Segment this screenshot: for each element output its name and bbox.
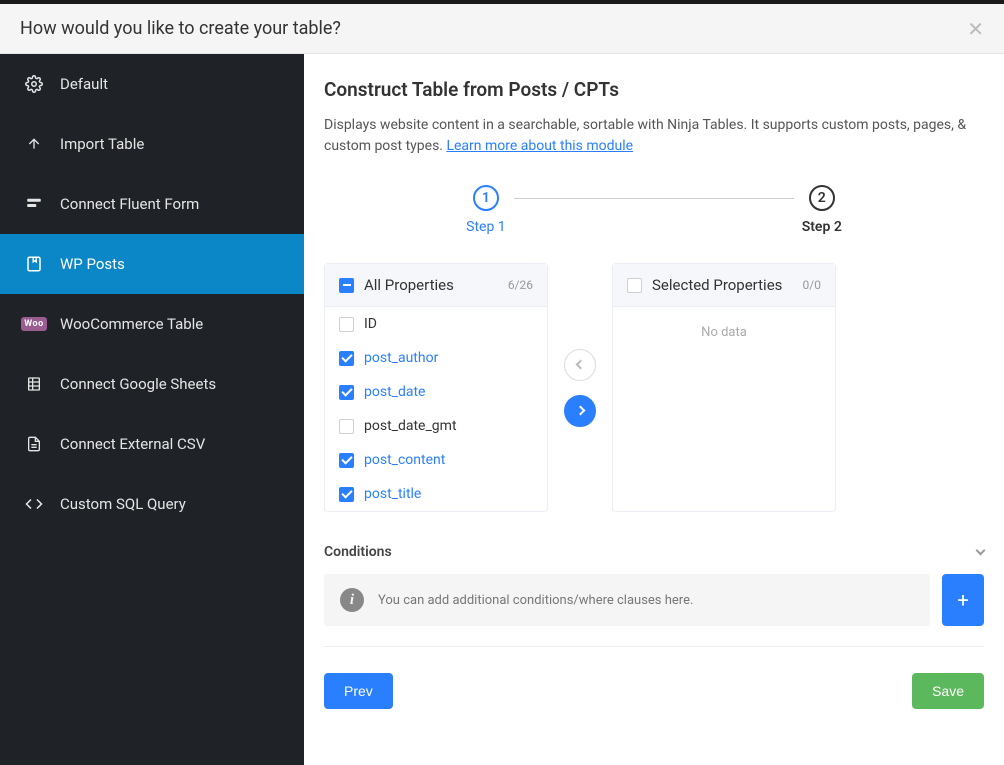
close-icon[interactable]: ✕ xyxy=(967,19,984,39)
sidebar-item-wp-posts[interactable]: WP Posts xyxy=(0,234,304,294)
property-label: post_date_gmt xyxy=(364,418,457,434)
gear-icon xyxy=(24,74,44,94)
property-item[interactable]: ID xyxy=(325,307,547,341)
step-circle: 2 xyxy=(809,185,835,211)
property-item[interactable]: post_content xyxy=(325,443,547,477)
sidebar-item-label: Connect Fluent Form xyxy=(60,195,199,213)
property-item[interactable]: post_date_gmt xyxy=(325,409,547,443)
move-right-button[interactable] xyxy=(564,395,596,427)
spreadsheet-icon xyxy=(24,374,44,394)
step-circle: 1 xyxy=(473,185,499,211)
woocommerce-icon: Woo xyxy=(24,314,44,334)
property-label: post_date xyxy=(364,384,425,400)
modal-title: How would you like to create your table? xyxy=(20,18,341,39)
modal-header: How would you like to create your table?… xyxy=(0,4,1004,54)
prev-button[interactable]: Prev xyxy=(324,673,393,709)
sidebar: Default Import Table Connect Fluent Form… xyxy=(0,54,304,765)
all-properties-panel: All Properties 6/26 ID post_author post_da… xyxy=(324,263,548,512)
sidebar-item-custom-sql-query[interactable]: Custom SQL Query xyxy=(0,474,304,534)
panel-header[interactable]: All Properties 6/26 xyxy=(325,264,547,307)
page-title: Construct Table from Posts / CPTs xyxy=(324,78,984,101)
sidebar-item-label: Default xyxy=(60,75,108,93)
info-icon: i xyxy=(340,588,364,612)
panel-title: All Properties xyxy=(364,276,454,294)
upload-icon xyxy=(24,134,44,154)
step-label: Step 1 xyxy=(466,219,506,235)
sidebar-item-label: Custom SQL Query xyxy=(60,495,186,513)
divider xyxy=(324,646,984,647)
step-1[interactable]: 1 Step 1 xyxy=(466,185,506,235)
property-item[interactable]: post_author xyxy=(325,341,547,375)
chevron-right-icon xyxy=(575,406,585,416)
select-all-checkbox[interactable] xyxy=(627,278,642,293)
sidebar-item-connect-fluent-form[interactable]: Connect Fluent Form xyxy=(0,174,304,234)
no-data-text: No data xyxy=(613,307,835,358)
page-description: Displays website content in a searchable… xyxy=(324,115,984,157)
step-2[interactable]: 2 Step 2 xyxy=(802,185,842,235)
panel-header[interactable]: Selected Properties 0/0 xyxy=(613,264,835,307)
form-icon xyxy=(24,194,44,214)
move-left-button[interactable] xyxy=(564,349,596,381)
checkbox[interactable] xyxy=(339,317,354,332)
sidebar-item-label: WooCommerce Table xyxy=(60,315,203,333)
checkbox[interactable] xyxy=(339,453,354,468)
conditions-heading: Conditions xyxy=(324,544,392,560)
sidebar-item-connect-google-sheets[interactable]: Connect Google Sheets xyxy=(0,354,304,414)
transfer-buttons xyxy=(564,349,596,427)
selected-properties-panel: Selected Properties 0/0 No data xyxy=(612,263,836,512)
select-all-checkbox[interactable] xyxy=(339,278,354,293)
main-content: Construct Table from Posts / CPTs Displa… xyxy=(304,54,1004,765)
property-item[interactable]: post_title xyxy=(325,477,547,511)
sidebar-item-default[interactable]: Default xyxy=(0,54,304,114)
file-icon xyxy=(24,434,44,454)
property-label: post_content xyxy=(364,452,445,468)
selected-list: No data xyxy=(613,307,835,511)
save-button[interactable]: Save xyxy=(912,673,984,709)
footer-actions: Prev Save xyxy=(324,673,984,709)
property-label: post_title xyxy=(364,486,421,502)
transfer-widget: All Properties 6/26 ID post_author post_da… xyxy=(324,263,984,512)
properties-list[interactable]: ID post_author post_date post_date_gmt post_… xyxy=(325,307,547,511)
stepper: 1 Step 1 2 Step 2 xyxy=(324,185,984,235)
property-label: post_author xyxy=(364,350,438,366)
checkbox[interactable] xyxy=(339,487,354,502)
sidebar-item-label: Connect Google Sheets xyxy=(60,375,216,393)
panel-title: Selected Properties xyxy=(652,276,782,294)
conditions-text: You can add additional conditions/where … xyxy=(378,593,693,608)
panel-count: 6/26 xyxy=(508,278,533,292)
conditions-header[interactable]: Conditions xyxy=(324,544,984,560)
code-icon xyxy=(24,494,44,514)
checkbox[interactable] xyxy=(339,419,354,434)
property-item[interactable]: post_date xyxy=(325,375,547,409)
step-label: Step 2 xyxy=(802,219,842,235)
checkbox[interactable] xyxy=(339,385,354,400)
sidebar-item-label: Connect External CSV xyxy=(60,435,205,453)
checkbox[interactable] xyxy=(339,351,354,366)
step-connector xyxy=(514,198,794,199)
add-condition-button[interactable]: + xyxy=(942,574,984,626)
chevron-left-icon xyxy=(575,360,585,370)
sidebar-item-label: WP Posts xyxy=(60,255,125,273)
sidebar-item-import-table[interactable]: Import Table xyxy=(0,114,304,174)
property-label: ID xyxy=(364,316,377,332)
post-icon xyxy=(24,254,44,274)
sidebar-item-woocommerce-table[interactable]: Woo WooCommerce Table xyxy=(0,294,304,354)
sidebar-item-connect-external-csv[interactable]: Connect External CSV xyxy=(0,414,304,474)
chevron-down-icon xyxy=(976,546,986,556)
sidebar-item-label: Import Table xyxy=(60,135,144,153)
learn-more-link[interactable]: Learn more about this module xyxy=(446,138,633,154)
conditions-row: i You can add additional conditions/wher… xyxy=(324,574,984,626)
panel-count: 0/0 xyxy=(803,278,821,292)
conditions-message: i You can add additional conditions/wher… xyxy=(324,574,930,626)
